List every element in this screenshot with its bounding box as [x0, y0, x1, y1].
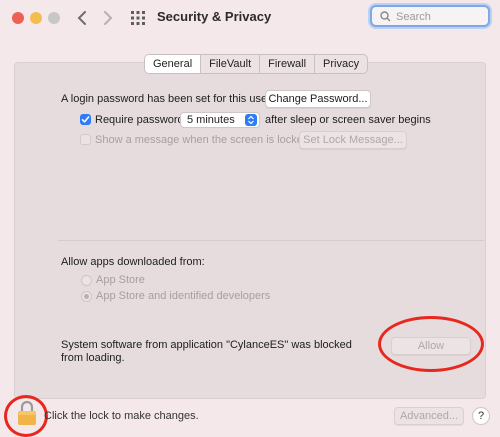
search-input[interactable]	[394, 9, 488, 25]
show-message-label: Show a message when the screen is locked	[95, 134, 310, 146]
radio-app-store[interactable]	[81, 275, 92, 286]
radio-identified-developers[interactable]	[81, 291, 92, 302]
login-password-text: A login password has been set for this u…	[61, 93, 271, 105]
grid-icon	[131, 11, 145, 25]
blocked-message-line1: System software from application "Cylanc…	[61, 339, 352, 351]
minimize-window-button[interactable]	[30, 12, 42, 24]
tab-filevault[interactable]: FileVault	[200, 55, 259, 73]
tab-bar: General FileVault Firewall Privacy	[144, 54, 369, 74]
security-privacy-window: Security & Privacy General FileVault Fir…	[0, 0, 500, 437]
help-button[interactable]: ?	[472, 407, 490, 425]
lock-text: Click the lock to make changes.	[44, 410, 199, 422]
change-password-button[interactable]: Change Password...	[265, 90, 371, 108]
radio-identified-developers-label: App Store and identified developers	[96, 290, 271, 302]
allow-highlight-circle	[378, 316, 484, 372]
zoom-window-button[interactable]	[48, 12, 60, 24]
require-password-select[interactable]: 5 minutes	[180, 112, 260, 128]
updown-chevron-icon	[245, 114, 257, 126]
require-password-checkbox[interactable]	[80, 114, 91, 125]
require-password-label: Require password	[95, 114, 184, 126]
lock-highlight-circle	[4, 395, 48, 437]
search-field[interactable]	[370, 5, 490, 27]
chevron-left-icon	[77, 11, 86, 25]
window-title: Security & Privacy	[157, 9, 272, 24]
allow-apps-heading: Allow apps downloaded from:	[61, 256, 205, 268]
search-icon	[380, 11, 391, 22]
chevron-right-icon	[104, 11, 113, 25]
set-lock-message-button[interactable]: Set Lock Message...	[299, 131, 407, 149]
tab-firewall[interactable]: Firewall	[259, 55, 314, 73]
tab-general[interactable]: General	[145, 55, 201, 73]
checkmark-icon	[81, 116, 90, 123]
close-window-button[interactable]	[12, 12, 24, 24]
advanced-button[interactable]: Advanced...	[394, 407, 464, 425]
tab-privacy[interactable]: Privacy	[314, 55, 367, 73]
radio-app-store-label: App Store	[96, 274, 145, 286]
after-sleep-text: after sleep or screen saver begins	[265, 114, 431, 126]
show-message-checkbox[interactable]	[80, 134, 91, 145]
blocked-message-line2: from loading.	[61, 352, 125, 364]
forward-button[interactable]	[98, 8, 118, 28]
back-button[interactable]	[72, 8, 92, 28]
show-all-button[interactable]	[130, 10, 146, 26]
section-divider	[58, 240, 484, 241]
require-password-value: 5 minutes	[187, 114, 235, 126]
